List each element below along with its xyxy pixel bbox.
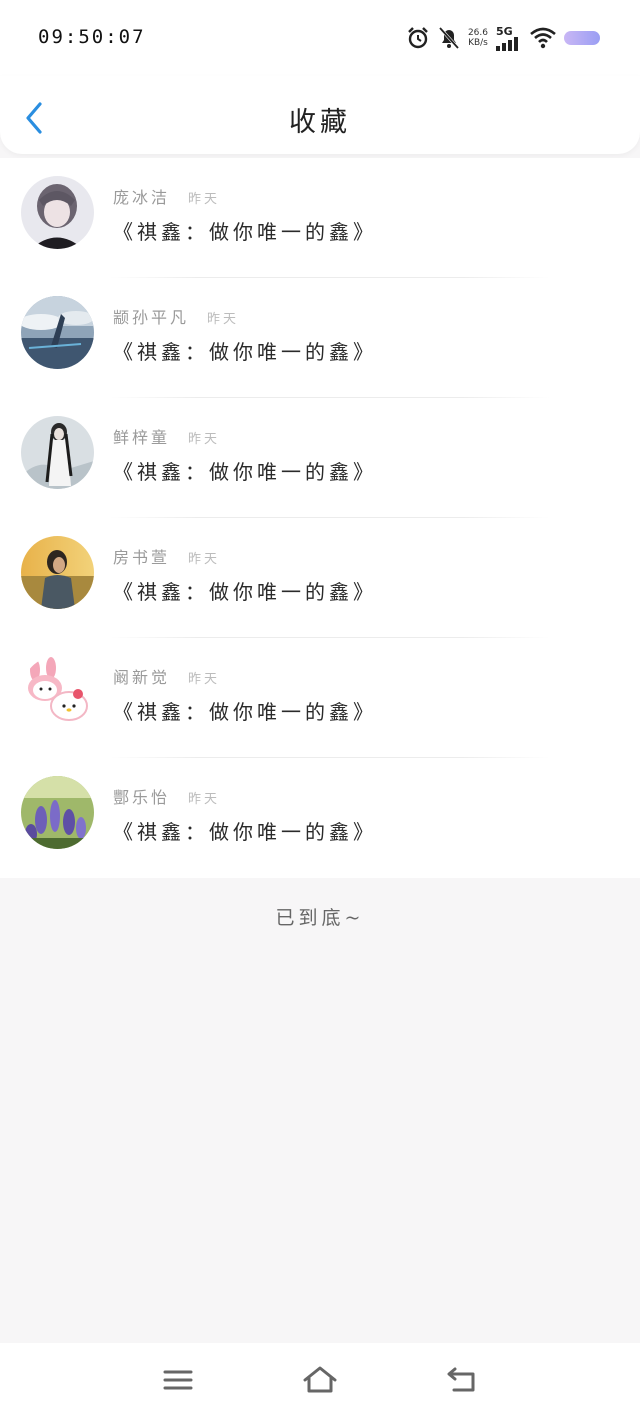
list-item[interactable]: 鲜梓童 昨天 《祺鑫：做你唯一的鑫》 [0, 398, 640, 518]
item-date: 昨天 [188, 552, 221, 567]
item-date: 昨天 [188, 672, 221, 687]
wifi-icon [530, 27, 556, 49]
net-speed-unit: KB/s [468, 38, 488, 48]
net-speed-value: 26.6 [467, 28, 488, 38]
list-item[interactable]: 庞冰洁 昨天 《祺鑫：做你唯一的鑫》 [0, 158, 640, 278]
navigation-bar [0, 1343, 640, 1419]
item-date: 昨天 [188, 192, 221, 207]
item-meta: 酆乐怡 昨天 [113, 784, 220, 808]
list-item[interactable]: 房书萱 昨天 《祺鑫：做你唯一的鑫》 [0, 518, 640, 638]
mute-bell-icon [438, 26, 460, 50]
author-name: 阚新觉 [113, 668, 171, 687]
item-title: 《祺鑫：做你唯一的鑫》 [113, 580, 377, 604]
item-date: 昨天 [207, 312, 240, 327]
item-title: 《祺鑫：做你唯一的鑫》 [113, 820, 377, 844]
status-time: 09:50:07 [38, 26, 146, 48]
alarm-icon [408, 27, 428, 49]
page-title: 收藏 [289, 107, 351, 138]
status-bar: 09:50:07 26.6 KB/s 5G [0, 0, 640, 76]
back-icon [447, 1367, 475, 1392]
item-title: 《祺鑫：做你唯一的鑫》 [113, 340, 377, 364]
item-title: 《祺鑫：做你唯一的鑫》 [113, 700, 377, 724]
author-name: 庞冰洁 [113, 188, 171, 207]
list-item[interactable]: 阚新觉 昨天 《祺鑫：做你唯一的鑫》 [0, 638, 640, 758]
battery-icon [564, 31, 600, 45]
avatar [21, 416, 94, 489]
item-meta: 颛孙平凡 昨天 [113, 304, 239, 328]
item-date: 昨天 [188, 792, 221, 807]
avatar [21, 296, 94, 369]
item-meta: 庞冰洁 昨天 [113, 184, 220, 208]
signal-group: 5G [496, 25, 522, 51]
author-name: 鲜梓童 [113, 428, 171, 447]
menu-icon [163, 1370, 193, 1390]
favorites-list: 庞冰洁 昨天 《祺鑫：做你唯一的鑫》 颛孙平凡 昨天 《祺鑫：做你唯一的鑫》 鲜… [0, 158, 640, 878]
signal-icon [496, 37, 518, 51]
item-date: 昨天 [188, 432, 221, 447]
end-of-list-text: 已到底~ [275, 907, 365, 929]
author-name: 房书萱 [113, 548, 171, 567]
status-icons: 26.6 KB/s 5G [406, 24, 600, 52]
author-name: 酆乐怡 [113, 788, 171, 807]
list-item[interactable]: 酆乐怡 昨天 《祺鑫：做你唯一的鑫》 [0, 758, 640, 878]
avatar [21, 776, 94, 849]
header: 收藏 [0, 76, 640, 154]
item-meta: 阚新觉 昨天 [113, 664, 220, 688]
author-name: 颛孙平凡 [113, 308, 190, 327]
item-title: 《祺鑫：做你唯一的鑫》 [113, 460, 377, 484]
list-item[interactable]: 颛孙平凡 昨天 《祺鑫：做你唯一的鑫》 [0, 278, 640, 398]
home-button[interactable] [302, 1365, 337, 1395]
avatar [21, 176, 94, 249]
item-meta: 鲜梓童 昨天 [113, 424, 220, 448]
net-speed: 26.6 KB/s [468, 28, 488, 48]
avatar [21, 656, 94, 729]
item-meta: 房书萱 昨天 [113, 544, 220, 568]
avatar [21, 536, 94, 609]
item-title: 《祺鑫：做你唯一的鑫》 [113, 220, 377, 244]
home-icon [303, 1366, 337, 1393]
menu-button[interactable] [161, 1365, 195, 1395]
back-nav-button[interactable] [445, 1365, 479, 1395]
